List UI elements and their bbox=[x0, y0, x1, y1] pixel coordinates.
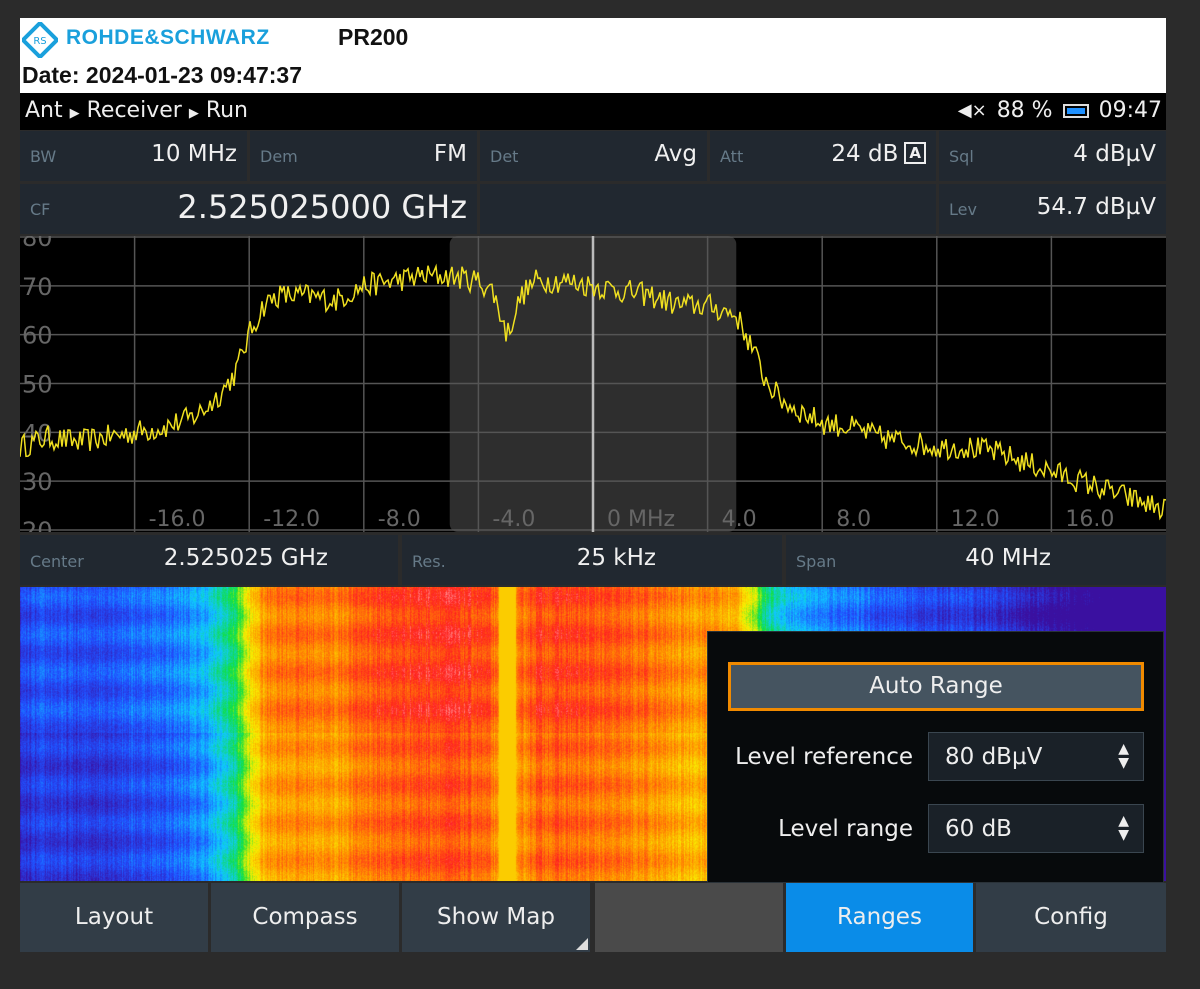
param-det[interactable]: Det Avg bbox=[480, 131, 707, 181]
battery-icon bbox=[1062, 103, 1089, 118]
y-tick-label: 60 bbox=[22, 322, 53, 350]
status-bar: Ant ▶ Receiver ▶ Run ◀× 88 % 09:47 bbox=[20, 93, 1166, 130]
info-label: Center bbox=[30, 552, 84, 571]
softkey-empty bbox=[595, 883, 783, 952]
x-tick-label: 12.0 bbox=[951, 507, 1000, 532]
chevron-right-icon: ▶ bbox=[69, 106, 80, 121]
breadcrumb: Ant ▶ Receiver ▶ Run bbox=[25, 98, 248, 123]
chevron-right-icon: ▶ bbox=[188, 106, 199, 121]
capture-date: Date: 2024-01-23 09:47:37 bbox=[22, 62, 303, 88]
level-reference-value: 80 dBµV bbox=[945, 744, 1043, 770]
x-tick-label: -12.0 bbox=[263, 507, 320, 532]
x-tick-label: 4.0 bbox=[722, 507, 757, 532]
clock: 09:47 bbox=[1098, 98, 1162, 123]
speaker-muted-icon[interactable]: ◀× bbox=[958, 100, 987, 121]
info-value: 25 kHz bbox=[576, 545, 656, 571]
param-value: 10 MHz bbox=[151, 141, 237, 167]
brand-name: ROHDE&SCHWARZ bbox=[66, 26, 270, 49]
info-label: Res. bbox=[412, 552, 446, 571]
y-tick-label: 50 bbox=[22, 371, 53, 399]
y-tick-label: 70 bbox=[22, 273, 53, 301]
level-range-row: Level range 60 dB ▲ ▼ bbox=[708, 804, 1165, 854]
param-dem[interactable]: Dem FM bbox=[250, 131, 477, 181]
breadcrumb-ant[interactable]: Ant bbox=[25, 98, 63, 123]
param-att[interactable]: Att 24 dB A bbox=[710, 131, 936, 181]
info-span[interactable]: Span 40 MHz bbox=[786, 535, 1166, 585]
x-tick-label: -16.0 bbox=[149, 507, 206, 532]
report-header: RS ROHDE&SCHWARZ PR200 Date: 2024-01-23 … bbox=[20, 18, 1166, 93]
up-down-arrows-icon[interactable]: ▲ ▼ bbox=[1118, 742, 1129, 770]
param-sql[interactable]: Sql 4 dBµV bbox=[939, 131, 1166, 181]
level-reference-row: Level reference 80 dBµV ▲ ▼ bbox=[708, 732, 1165, 782]
param-label: Sql bbox=[949, 147, 974, 166]
param-cf[interactable]: CF 2.525025000 GHz bbox=[20, 184, 477, 234]
x-tick-label: 16.0 bbox=[1065, 507, 1114, 532]
param-empty bbox=[480, 184, 936, 234]
svg-text:RS: RS bbox=[33, 36, 46, 47]
param-value: 54.7 dBµV bbox=[1036, 194, 1156, 220]
info-label: Span bbox=[796, 552, 837, 571]
x-tick-label: 0 MHz bbox=[607, 507, 675, 532]
info-center[interactable]: Center 2.525025 GHz bbox=[20, 535, 398, 585]
param-bw[interactable]: BW 10 MHz bbox=[20, 131, 247, 181]
rohde-schwarz-logo-icon: RS bbox=[22, 22, 58, 58]
att-value: 24 dB bbox=[831, 141, 899, 167]
param-label: Lev bbox=[949, 200, 977, 219]
x-tick-label: -4.0 bbox=[492, 507, 535, 532]
spectrum-plot[interactable]: 80706050403020 -16.0 -12.0 -8.0 -4.0 0 MHz 4.0… bbox=[20, 236, 1166, 532]
level-reference-spinbox[interactable]: 80 dBµV ▲ ▼ bbox=[928, 732, 1144, 781]
softkey-layout[interactable]: Layout bbox=[20, 883, 208, 952]
param-label: Dem bbox=[260, 147, 298, 166]
info-value: 2.525025 GHz bbox=[163, 545, 328, 571]
softkey-show-map[interactable]: Show Map bbox=[402, 883, 590, 952]
level-range-spinbox[interactable]: 60 dB ▲ ▼ bbox=[928, 804, 1144, 853]
breadcrumb-run[interactable]: Run bbox=[206, 98, 248, 123]
param-value: Avg bbox=[654, 141, 697, 167]
device-model: PR200 bbox=[338, 24, 409, 50]
softkey-ranges[interactable]: Ranges bbox=[786, 883, 973, 952]
level-reference-label: Level reference bbox=[735, 744, 913, 770]
y-tick-label: 80 bbox=[22, 236, 53, 252]
info-res[interactable]: Res. 25 kHz bbox=[402, 535, 782, 585]
param-lev: Lev 54.7 dBµV bbox=[939, 184, 1166, 234]
softkey-compass[interactable]: Compass bbox=[211, 883, 399, 952]
up-down-arrows-icon[interactable]: ▲ ▼ bbox=[1118, 814, 1129, 842]
param-value: 24 dB A bbox=[831, 141, 926, 167]
param-label: Det bbox=[490, 147, 519, 166]
param-value: 2.525025000 GHz bbox=[177, 188, 467, 226]
param-label: Att bbox=[720, 147, 744, 166]
info-value: 40 MHz bbox=[965, 545, 1051, 571]
x-tick-label: -8.0 bbox=[378, 507, 421, 532]
y-tick-label: 20 bbox=[22, 517, 53, 532]
softkey-config[interactable]: Config bbox=[976, 883, 1166, 952]
level-range-value: 60 dB bbox=[945, 816, 1012, 842]
x-tick-label: 8.0 bbox=[836, 507, 871, 532]
ranges-panel: Auto Range Level reference 80 dBµV ▲ ▼ Le… bbox=[707, 631, 1164, 883]
param-value: 4 dBµV bbox=[1073, 141, 1156, 167]
param-label: BW bbox=[30, 147, 57, 166]
level-range-label: Level range bbox=[778, 816, 913, 842]
softkey-label: Show Map bbox=[437, 904, 555, 930]
battery-level: 88 % bbox=[996, 98, 1053, 123]
y-tick-label: 30 bbox=[22, 468, 53, 496]
param-label: CF bbox=[30, 200, 51, 219]
auto-range-button[interactable]: Auto Range bbox=[728, 662, 1144, 711]
param-value: FM bbox=[433, 141, 467, 167]
submenu-corner-icon bbox=[576, 938, 588, 950]
breadcrumb-receiver[interactable]: Receiver bbox=[87, 98, 182, 123]
auto-badge: A bbox=[904, 142, 926, 164]
